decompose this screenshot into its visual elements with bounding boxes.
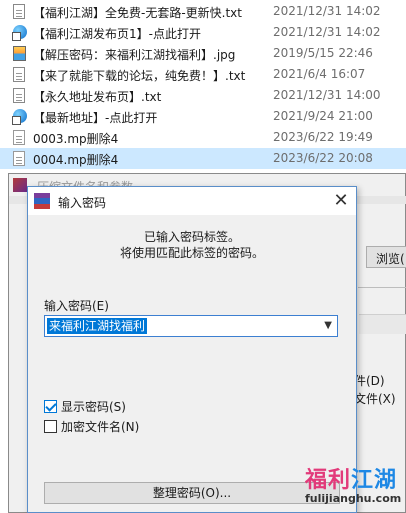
text-file-icon: [13, 4, 27, 20]
file-row[interactable]: 【最新地址】-点此打开 2021/9/24 21:00: [0, 106, 406, 127]
file-date: 2023/6/22 19:49: [273, 130, 373, 144]
file-name: 0003.mp删除4: [33, 132, 119, 146]
password-value[interactable]: 来福利江湖找福利: [47, 318, 148, 334]
text-file-icon: [13, 67, 27, 83]
file-name: 【永久地址发布页】.txt: [33, 90, 162, 104]
option-label[interactable]: 件(D): [354, 372, 385, 389]
info-line-2: 将使用匹配此标签的密码。: [119, 246, 264, 260]
options-field: [359, 314, 406, 334]
show-password-label: 显示密码(S): [61, 399, 126, 414]
chevron-down-icon[interactable]: ▼: [324, 320, 332, 331]
file-row-selected[interactable]: 0004.mp删除4 2023/6/22 20:08: [0, 148, 406, 169]
watermark-text: 福利江湖: [305, 468, 398, 493]
checkbox-checked-icon[interactable]: [44, 399, 57, 413]
file-date: 2021/12/31 14:00: [273, 88, 381, 102]
file-date: 2021/6/4 16:07: [273, 67, 366, 81]
file-date: 2021/9/24 21:00: [273, 109, 373, 123]
file-date: 2021/12/31 14:02: [273, 4, 381, 18]
dialog-title: 输入密码: [58, 196, 107, 210]
password-label: 输入密码(E): [44, 299, 109, 313]
file-date: 2023/6/22 20:08: [273, 151, 373, 165]
file-date: 2019/5/15 22:46: [273, 46, 373, 60]
file-name: 【福利江湖发布页1】-点此打开: [33, 27, 201, 41]
file-row[interactable]: 【福利江湖】全免费-无套路-更新快.txt 2021/12/31 14:02: [0, 1, 406, 22]
file-row[interactable]: 【福利江湖发布页1】-点此打开 2021/12/31 14:02: [0, 22, 406, 43]
internet-shortcut-icon: [12, 25, 27, 41]
file-name: 【解压密码：来福利江湖找福利】.jpg: [33, 48, 236, 62]
file-icon: [13, 151, 27, 167]
file-name: 【来了就能下载的论坛，纯免费！】.txt: [33, 69, 246, 83]
encrypt-filenames-checkbox[interactable]: 加密文件名(N): [44, 418, 139, 434]
image-file-icon: [13, 46, 27, 62]
winrar-logo-icon: [13, 178, 27, 192]
option-label[interactable]: 文件(X): [354, 390, 396, 407]
text-file-icon: [13, 88, 27, 104]
watermark-logo: 福利江湖 fulijianghu.com: [295, 462, 403, 510]
file-row[interactable]: 【解压密码：来福利江湖找福利】.jpg 2019/5/15 22:46: [0, 43, 406, 64]
watermark-url: fulijianghu.com: [305, 492, 402, 505]
dialog-titlebar[interactable]: 输入密码 ✕: [28, 187, 356, 215]
file-name: 【福利江湖】全免费-无套路-更新快.txt: [33, 6, 242, 20]
file-icon: [13, 130, 27, 146]
password-combobox[interactable]: 来福利江湖找福利 ▼: [44, 315, 338, 337]
internet-shortcut-icon: [12, 109, 27, 125]
file-row[interactable]: 0003.mp删除4 2023/6/22 19:49: [0, 127, 406, 148]
file-name: 【最新地址】-点此打开: [33, 111, 158, 125]
divider: [358, 287, 406, 288]
show-password-checkbox[interactable]: 显示密码(S): [44, 398, 126, 414]
browse-button[interactable]: 浏览(: [366, 246, 406, 268]
winrar-logo-icon: [34, 193, 50, 209]
file-name: 0004.mp删除4: [33, 153, 119, 167]
encrypt-filenames-label: 加密文件名(N): [61, 419, 140, 434]
file-row[interactable]: 【永久地址发布页】.txt 2021/12/31 14:00: [0, 85, 406, 106]
file-date: 2021/12/31 14:02: [273, 25, 381, 39]
file-list: 【福利江湖】全免费-无套路-更新快.txt 2021/12/31 14:02 【…: [0, 0, 406, 172]
file-row[interactable]: 【来了就能下载的论坛，纯免费！】.txt 2021/6/4 16:07: [0, 64, 406, 85]
close-icon[interactable]: ✕: [327, 187, 355, 215]
checkbox-icon[interactable]: [44, 419, 57, 433]
info-line-1: 已输入密码标签。: [143, 230, 240, 244]
